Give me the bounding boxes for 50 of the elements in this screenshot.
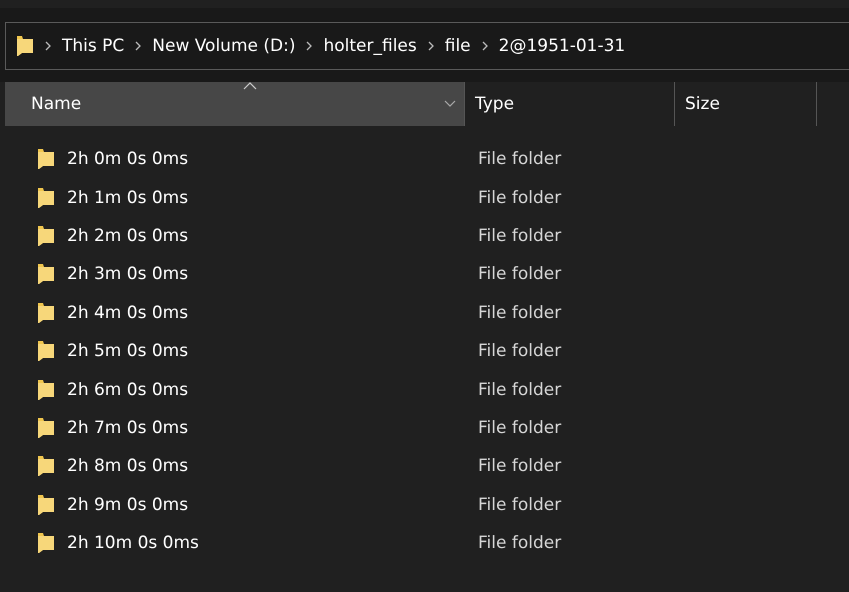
folder-icon (16, 35, 34, 57)
folder-icon (37, 186, 55, 209)
folder-icon (37, 455, 55, 478)
folder-name[interactable]: 2h 2m 0s 0ms (67, 226, 478, 246)
folder-icon (37, 494, 55, 516)
breadcrumb[interactable]: This PC (62, 36, 124, 56)
folder-icon (37, 224, 55, 247)
folder-icon (37, 378, 55, 401)
type-cell: File folder (478, 149, 562, 170)
folder-name[interactable]: 2h 6m 0s 0ms (67, 380, 478, 400)
type-cell: File folder (478, 456, 562, 476)
folder-name[interactable]: 2h 7m 0s 0ms (67, 418, 478, 438)
type-cell: File folder (478, 494, 562, 515)
folder-icon (37, 148, 55, 170)
chevron-right-icon (44, 40, 52, 52)
type-cell: File folder (478, 226, 562, 246)
chevron-right-icon (426, 40, 435, 52)
folder-name[interactable]: 2h 4m 0s 0ms (67, 302, 478, 323)
type-cell: File folder (478, 341, 562, 362)
folder-name[interactable]: 2h 9m 0s 0ms (67, 494, 478, 515)
column-header[interactable]: Size (675, 82, 817, 126)
type-cell: File folder (478, 302, 562, 323)
type-cell: File folder (478, 418, 562, 438)
type-cell: File folder (478, 533, 562, 554)
folder-name[interactable]: 2h 10m 0s 0ms (67, 533, 478, 554)
folder-icon (37, 302, 55, 324)
breadcrumb[interactable]: file (444, 36, 471, 56)
dropdown-icon[interactable] (444, 100, 456, 108)
sort-icon (243, 82, 257, 90)
type-cell: File folder (478, 380, 562, 400)
folder-icon (37, 416, 55, 439)
folder-name[interactable]: 2h 8m 0s 0ms (67, 456, 478, 476)
chevron-right-icon (134, 40, 142, 52)
folder-icon (37, 340, 55, 362)
chevron-right-icon (305, 40, 314, 52)
folder-name[interactable]: 2h 5m 0s 0ms (67, 341, 478, 362)
address-bar[interactable]: This PC New Volume (D:) holter_files file 2@1951-01-31 (5, 22, 849, 70)
folder-icon (37, 263, 55, 286)
breadcrumb[interactable]: New Volume (D:) (152, 36, 296, 56)
type-cell: File folder (478, 188, 562, 208)
folder-name[interactable]: 2h 0m 0s 0ms (67, 149, 478, 170)
chevron-right-icon (480, 40, 489, 52)
folder-name[interactable]: 2h 3m 0s 0ms (67, 264, 478, 284)
breadcrumb[interactable]: 2@1951-01-31 (498, 36, 626, 56)
folder-icon (37, 532, 55, 554)
folder-name[interactable]: 2h 1m 0s 0ms (67, 188, 478, 208)
breadcrumb[interactable]: holter_files (323, 36, 417, 56)
column-header[interactable]: Type (465, 82, 675, 126)
type-cell: File folder (478, 264, 562, 284)
column-header[interactable]: Name (5, 82, 465, 126)
